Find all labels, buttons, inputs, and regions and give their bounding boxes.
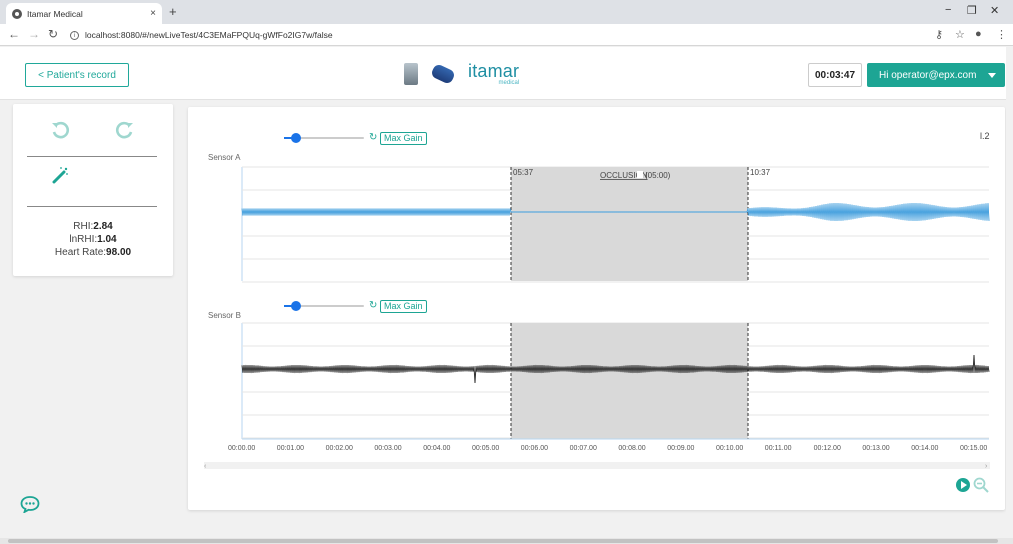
device-unit-icon <box>404 63 418 85</box>
signal-graph-card: l.2 ↻ Max Gain Sensor A ↻ Max Gain Senso… <box>188 107 1005 510</box>
metrics-block: RHI:2.84 lnRHI:1.04 Heart Rate:98.00 <box>13 220 173 259</box>
test-timer: 00:03:47 <box>808 63 862 87</box>
favicon-icon <box>12 8 22 19</box>
x-tick-label: 00:13.00 <box>862 445 889 452</box>
rhi-row: RHI:2.84 <box>73 221 113 232</box>
occlusion-start-label: 05:37 <box>513 168 534 177</box>
plot-scrollbar <box>204 462 990 469</box>
url-field[interactable]: i localhost:8080/#/newLiveTest/4C3EMaFPQ… <box>70 27 925 43</box>
star-icon[interactable]: ☆ <box>955 28 965 41</box>
x-tick-label: 00:05.00 <box>472 445 499 452</box>
site-info-icon[interactable]: i <box>70 30 79 40</box>
profile-icon[interactable]: ● <box>975 28 982 40</box>
heart-rate-value: 98.00 <box>106 247 132 258</box>
chat-icon[interactable] <box>20 495 40 513</box>
key-icon[interactable]: ⚷ <box>935 28 943 41</box>
menu-kebab-icon[interactable]: ⋮ <box>996 28 1007 41</box>
minimize-button[interactable]: − <box>945 4 951 16</box>
brand-wordmark: itamar medical <box>468 60 520 86</box>
patients-record-button[interactable]: < Patient's record <box>25 63 129 87</box>
results-panel: RHI:2.84 lnRHI:1.04 Heart Rate:98.00 <box>13 104 173 276</box>
x-tick-label: 00:08.00 <box>618 445 645 452</box>
browser-tabstrip: Itamar Medical × + − ❐ ✕ <box>0 0 1013 24</box>
x-tick-label: 00:14.00 <box>911 445 938 452</box>
occlusion-region <box>511 323 748 439</box>
x-tick-label: 00:00.00 <box>228 445 255 452</box>
heart-rate-row: Heart Rate:98.00 <box>54 247 132 258</box>
occlusion-checkbox <box>637 171 643 178</box>
x-tick-label: 00:03.00 <box>374 445 401 452</box>
redo-icon[interactable] <box>115 120 135 140</box>
rhi-value: 2.84 <box>93 221 113 232</box>
occlusion-end-label: 10:37 <box>750 168 771 177</box>
probe-icon <box>430 63 456 85</box>
new-tab-button[interactable]: + <box>169 4 177 19</box>
page-vertical-scrollbar[interactable] <box>1006 47 1013 538</box>
x-tick-label: 00:11.00 <box>765 445 792 452</box>
x-tick-label: 00:12.00 <box>814 445 841 452</box>
play-button[interactable] <box>956 478 970 492</box>
url-text: localhost:8080/#/newLiveTest/4C3EMaFPQUq… <box>85 30 333 40</box>
back-arrow-icon[interactable]: ← <box>8 27 20 41</box>
reload-icon[interactable]: ↻ <box>48 27 58 41</box>
restore-button[interactable]: ❐ <box>967 4 977 17</box>
address-bar: ← → ↻ i localhost:8080/#/newLiveTest/4C3… <box>0 24 1013 46</box>
browser-tab[interactable]: Itamar Medical × <box>6 3 162 24</box>
tab-title: Itamar Medical <box>27 8 83 19</box>
lnrhi-value: 1.04 <box>97 234 117 245</box>
x-tick-label: 00:06.00 <box>521 445 548 452</box>
x-tick-label: 00:15.00 <box>960 445 987 452</box>
lnrhi-row: lnRHI:1.04 <box>69 234 117 245</box>
forward-arrow-icon[interactable]: → <box>28 27 40 41</box>
caret-down-icon <box>988 73 996 78</box>
magic-wand-icon[interactable] <box>51 166 69 184</box>
user-label: Hi operator@epx.com <box>879 69 977 81</box>
x-tick-label: 00:04.00 <box>423 445 450 452</box>
zoom-out-icon[interactable] <box>973 477 989 493</box>
page-horizontal-scrollbar[interactable] <box>0 538 1013 544</box>
occlusion-duration: (05:00) <box>645 171 671 180</box>
x-tick-label: 00:09.00 <box>667 445 694 452</box>
window-close-button[interactable]: ✕ <box>990 4 999 17</box>
x-tick-label: 00:01.00 <box>277 445 304 452</box>
divider <box>27 206 157 207</box>
undo-icon[interactable] <box>50 120 70 140</box>
signal-plot: 05:37 10:37OCCLUSION(05:00)00:00.00 00:01.… <box>204 166 990 470</box>
x-tick-label: 00:10.00 <box>716 445 743 452</box>
user-menu-button[interactable]: Hi operator@epx.com <box>867 63 1005 87</box>
x-tick-label: 00:07.00 <box>570 445 597 452</box>
tab-close-icon[interactable]: × <box>150 8 156 19</box>
x-tick-label: 00:02.00 <box>326 445 353 452</box>
itamar-logo: itamar medical <box>404 57 519 91</box>
app-header: < Patient's record itamar medical 00:03:… <box>0 47 1013 100</box>
occlusion-region <box>511 167 748 281</box>
divider <box>27 156 157 157</box>
